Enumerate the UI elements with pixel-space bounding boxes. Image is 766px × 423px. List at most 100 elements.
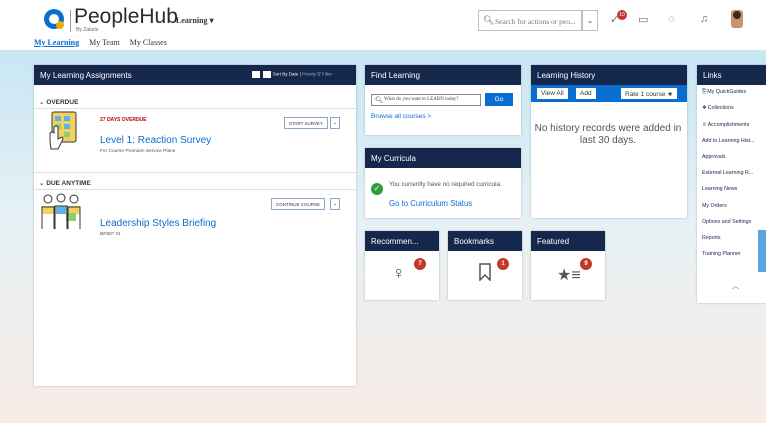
divider	[34, 172, 356, 173]
collections-icon: ❖	[702, 105, 707, 111]
sort-priority[interactable]: Priority	[302, 72, 316, 77]
link-reports[interactable]: Reports	[702, 235, 721, 241]
link-accomplishments[interactable]: ♕Accomplishments	[702, 122, 749, 128]
collapse-links-icon[interactable]: ︿	[732, 281, 739, 291]
featured-count-badge: 9	[580, 258, 592, 270]
featured-tile[interactable]: Featured ★≡ 9	[531, 231, 605, 300]
links-tile: Links ⎘My QuickGuides ❖Collections ♕Acco…	[697, 65, 766, 303]
search-input[interactable]: 🔍︎ Search for actions or peo...	[478, 10, 582, 31]
course-more-dropdown[interactable]: ⌄	[330, 198, 340, 210]
view-all-button[interactable]: View All	[537, 88, 568, 99]
find-learning-header: Find Learning	[365, 65, 521, 85]
link-training-planner[interactable]: Training Planner	[702, 251, 741, 257]
lightbulb-icon: ♀	[392, 263, 406, 283]
bell-icon[interactable]: ♫	[700, 13, 708, 25]
link-my-orders[interactable]: My Orders	[702, 203, 727, 209]
overdue-status: 27 DAYS OVERDUE	[100, 117, 147, 123]
history-header: Learning History	[531, 65, 687, 85]
filter-link[interactable]: Filter	[322, 72, 332, 77]
inbox-icon[interactable]: ▭	[638, 13, 648, 26]
link-quickguides[interactable]: ⎘My QuickGuides	[702, 89, 746, 96]
link-collections[interactable]: ❖Collections	[702, 105, 734, 111]
divider	[34, 108, 356, 109]
search-scope-dropdown[interactable]: ⌄	[582, 10, 598, 31]
check-circle-icon: ✓	[371, 183, 383, 195]
search-icon: 🔍︎	[483, 15, 495, 25]
course-title-link[interactable]: Level 1: Reaction Survey	[100, 135, 211, 146]
logo-divider	[70, 10, 71, 32]
bookmarks-count-badge: 1	[497, 258, 509, 270]
link-approvals[interactable]: Approvals	[702, 154, 726, 160]
side-panel-handle[interactable]	[758, 230, 766, 272]
chevron-down-icon: ⌄	[39, 180, 45, 187]
learning-history-tile: Learning History View All Add Rate 1 cou…	[531, 65, 687, 218]
avatar[interactable]	[731, 10, 743, 28]
link-options-settings[interactable]: Options and Settings	[702, 219, 751, 225]
sort-by-date[interactable]: Sort By Date	[273, 72, 299, 77]
notification-badge: 10	[617, 10, 627, 20]
learn-search-input[interactable]: 🔍︎ What do you want to LEARN today?	[371, 94, 481, 106]
module-switcher[interactable]: Learning ▾	[176, 16, 214, 25]
featured-header: Featured	[531, 231, 605, 251]
assignments-tile: My Learning Assignments Sort By Date | P…	[34, 65, 356, 386]
module-label: Learning	[176, 16, 208, 25]
browse-courses-link[interactable]: Browse all courses >	[371, 113, 431, 120]
links-header: Links	[697, 65, 766, 85]
recommendations-count-badge: 7	[414, 258, 426, 270]
shell-header: PeopleHub By Zalaris Learning ▾ My Learn…	[0, 0, 766, 50]
course-subtitle: For Course Premium Service Plans	[100, 149, 176, 154]
filter-icon[interactable]: ▽	[317, 72, 320, 77]
link-add-history[interactable]: Add to Learning Hist...	[702, 138, 754, 144]
help-icon[interactable]: ◌	[668, 13, 675, 25]
course-title-link[interactable]: Leadership Styles Briefing	[100, 218, 216, 229]
app-subtitle: By Zalaris	[76, 27, 99, 33]
go-button[interactable]: Go	[485, 93, 513, 106]
find-learning-tile: Find Learning 🔍︎ What do you want to LEA…	[365, 65, 521, 135]
tab-my-team[interactable]: My Team	[89, 38, 120, 47]
app-name[interactable]: PeopleHub	[74, 5, 178, 29]
rate-course-button[interactable]: Rate 1 course ★	[621, 88, 678, 99]
search-placeholder: Search for actions or peo...	[495, 17, 576, 26]
link-label: Accomplishments	[707, 122, 750, 128]
recommendations-header: Recommen...	[365, 231, 439, 251]
link-learning-news[interactable]: Learning News	[702, 186, 737, 192]
tab-my-classes[interactable]: My Classes	[130, 38, 167, 47]
people-group-icon	[41, 193, 81, 229]
tile-title: Learning History	[537, 71, 596, 80]
recommendations-tile[interactable]: Recommen... ♀ 7	[365, 231, 439, 300]
divider	[34, 189, 356, 190]
bookmarks-tile[interactable]: Bookmarks 1	[448, 231, 522, 300]
anytime-section-label: DUE ANYTIME	[46, 180, 91, 187]
tile-title: Find Learning	[371, 71, 420, 80]
course-subtitle: BRIEF 01	[100, 232, 121, 237]
star-list-icon: ★≡	[557, 267, 581, 284]
list-view-icon[interactable]	[252, 71, 261, 78]
no-history-message: No history records were added in last 30…	[534, 123, 682, 146]
tab-my-learning[interactable]: My Learning	[34, 38, 79, 47]
history-toolbar: View All Add Rate 1 course ★	[531, 85, 687, 102]
survey-more-dropdown[interactable]: ⌄	[330, 117, 340, 129]
trophy-icon: ♕	[702, 122, 707, 128]
overdue-section-toggle[interactable]: ⌄ OVERDUE	[39, 98, 78, 106]
tile-title: Links	[703, 71, 722, 80]
curriculum-status-link[interactable]: Go to Curriculum Status	[389, 199, 472, 208]
search-icon: 🔍︎	[375, 97, 384, 104]
start-survey-button[interactable]: START SURVEY	[284, 117, 328, 129]
assignments-tools: Sort By Date | Priority ▽ Filter	[252, 71, 332, 78]
tile-title: Bookmarks	[454, 237, 495, 246]
survey-icon	[49, 111, 77, 150]
curricula-header: My Curricula	[365, 148, 521, 168]
grid-view-icon[interactable]	[262, 71, 271, 78]
curricula-tile: My Curricula ✓ You currently have no req…	[365, 148, 521, 218]
link-external-learning[interactable]: External Learning R...	[702, 170, 753, 176]
find-learning-body: 🔍︎ What do you want to LEARN today? Go B…	[365, 85, 521, 135]
add-history-button[interactable]: Add	[576, 88, 596, 99]
sub-navigation: My Learning My Team My Classes	[34, 38, 175, 47]
bookmarks-header: Bookmarks	[448, 231, 522, 251]
peoplehub-logo-icon[interactable]	[44, 9, 64, 29]
curricula-message: You currently have no required curricula…	[389, 181, 502, 188]
continue-course-button[interactable]: CONTINUE COURSE	[271, 198, 326, 210]
link-label: Collections	[707, 105, 734, 111]
tile-title: My Learning Assignments	[40, 71, 132, 80]
anytime-section-toggle[interactable]: ⌄ DUE ANYTIME	[39, 179, 91, 187]
